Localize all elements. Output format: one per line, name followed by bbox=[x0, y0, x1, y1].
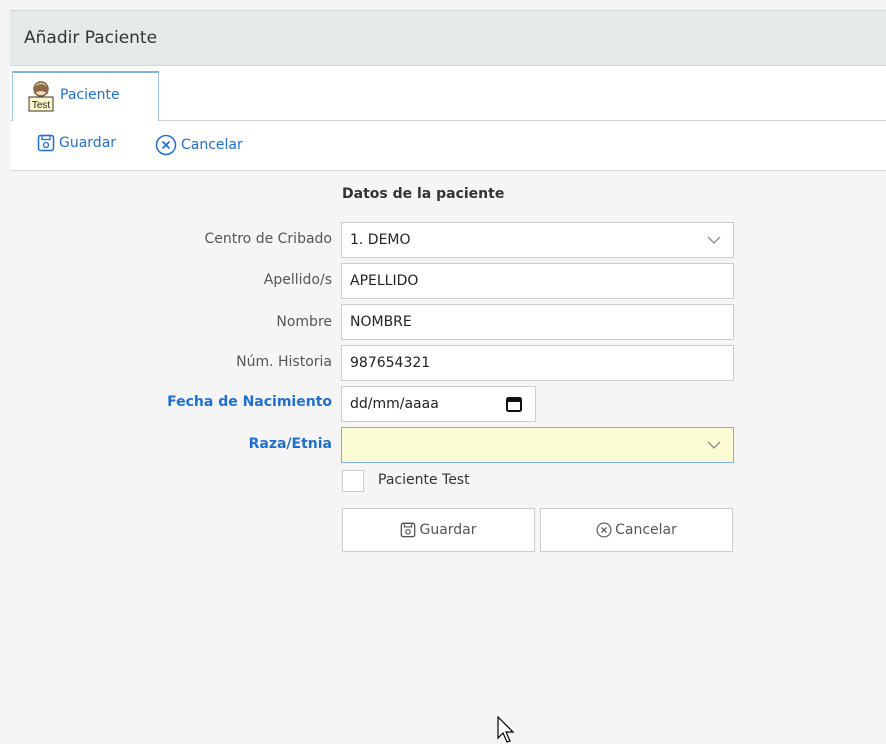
svg-text:Test: Test bbox=[32, 100, 51, 111]
toolbar: Guardar Cancelar bbox=[10, 121, 886, 171]
toolbar-save-label: Guardar bbox=[59, 135, 117, 151]
centro-select[interactable]: 1. DEMO bbox=[341, 222, 734, 258]
toolbar-save-button[interactable]: Guardar bbox=[37, 134, 116, 152]
toolbar-cancel-label: Cancelar bbox=[181, 137, 243, 153]
historia-label: Núm. Historia bbox=[236, 354, 332, 370]
raza-label: Raza/Etnia bbox=[248, 436, 332, 452]
fecha-input[interactable]: dd/mm/aaaa bbox=[341, 386, 536, 422]
historia-input[interactable]: 987654321 bbox=[341, 345, 734, 381]
chevron-down-icon bbox=[707, 441, 721, 449]
paciente-test-label: Paciente Test bbox=[378, 472, 470, 488]
nombre-input[interactable]: NOMBRE bbox=[341, 304, 734, 340]
nombre-label: Nombre bbox=[276, 314, 332, 330]
cancel-icon bbox=[596, 522, 612, 538]
chevron-down-icon bbox=[707, 236, 721, 244]
apellidos-input[interactable]: APELLIDO bbox=[341, 263, 734, 299]
mouse-cursor-icon bbox=[497, 716, 515, 743]
fecha-placeholder: dd/mm/aaaa bbox=[350, 396, 439, 412]
fecha-label: Fecha de Nacimiento bbox=[167, 394, 332, 410]
centro-value: 1. DEMO bbox=[350, 232, 411, 248]
centro-label: Centro de Cribado bbox=[204, 231, 332, 247]
save-icon bbox=[37, 134, 55, 152]
cancel-button[interactable]: Cancelar bbox=[540, 508, 733, 552]
cancel-button-label: Cancelar bbox=[615, 522, 677, 538]
paciente-test-checkbox[interactable] bbox=[342, 470, 364, 492]
toolbar-cancel-button[interactable]: Cancelar bbox=[155, 134, 243, 156]
tab-paciente[interactable]: Test Paciente bbox=[12, 71, 159, 121]
window-title: Añadir Paciente bbox=[24, 28, 158, 48]
window-title-bar: Añadir Paciente bbox=[10, 10, 886, 66]
save-icon bbox=[401, 522, 416, 538]
cancel-icon bbox=[155, 134, 177, 156]
tab-strip: Test Paciente bbox=[10, 66, 886, 121]
save-button[interactable]: Guardar bbox=[342, 508, 535, 552]
patient-test-icon: Test bbox=[28, 81, 54, 112]
calendar-icon[interactable] bbox=[506, 396, 522, 412]
section-title: Datos de la paciente bbox=[342, 186, 505, 202]
apellidos-label: Apellido/s bbox=[263, 272, 332, 288]
tab-label: Paciente bbox=[60, 87, 120, 103]
save-button-label: Guardar bbox=[419, 522, 477, 538]
raza-select[interactable] bbox=[341, 427, 734, 463]
